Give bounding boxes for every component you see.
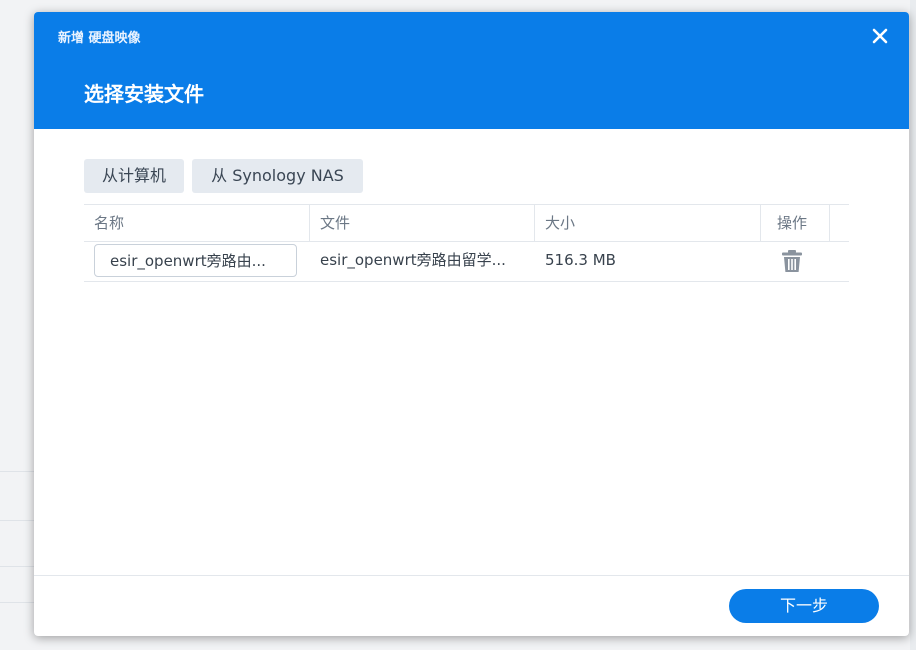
image-name-input[interactable] (94, 244, 297, 277)
delete-button[interactable] (781, 249, 803, 273)
column-header-file[interactable]: 文件 (310, 205, 535, 241)
close-icon (872, 28, 888, 44)
column-header-size[interactable]: 大小 (535, 205, 761, 241)
from-nas-button[interactable]: 从 Synology NAS (192, 159, 363, 193)
background-divider (0, 520, 36, 521)
file-table: 名称 文件 大小 操作 esir_openwrt旁路由留学... 516.3 M… (84, 204, 849, 282)
trash-icon (782, 250, 802, 272)
table-header: 名称 文件 大小 操作 (84, 204, 849, 242)
close-button[interactable] (869, 25, 891, 47)
file-size-cell: 516.3 MB (545, 251, 616, 269)
background-divider (0, 602, 36, 603)
file-name-cell: esir_openwrt旁路由留学... (320, 251, 506, 269)
background-edge (910, 0, 916, 650)
step-title: 选择安装文件 (84, 82, 204, 106)
column-header-name[interactable]: 名称 (84, 205, 310, 241)
next-button[interactable]: 下一步 (729, 589, 879, 623)
column-header-action: 操作 (761, 205, 830, 241)
window-title: 新增 硬盘映像 (58, 31, 141, 46)
from-computer-button[interactable]: 从计算机 (84, 159, 184, 193)
dialog-footer: 下一步 (34, 575, 909, 636)
table-row: esir_openwrt旁路由留学... 516.3 MB (84, 242, 849, 282)
create-disk-image-dialog: 新增 硬盘映像 选择安装文件 从计算机 从 Synology NAS 名称 文件… (34, 12, 909, 636)
dialog-header: 新增 硬盘映像 选择安装文件 (34, 12, 909, 129)
background-divider (0, 471, 36, 472)
background-divider (0, 566, 36, 567)
